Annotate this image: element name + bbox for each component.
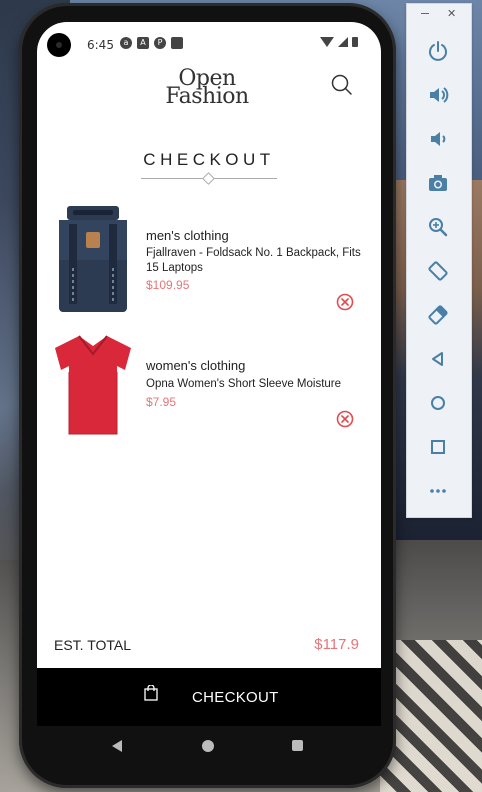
remove-item-icon[interactable] bbox=[336, 410, 354, 428]
remove-item-icon[interactable] bbox=[336, 293, 354, 311]
sd-card-icon bbox=[171, 37, 183, 49]
item-price: $7.95 bbox=[146, 395, 177, 409]
overview-icon[interactable] bbox=[425, 434, 451, 460]
total-value: $117.9 bbox=[314, 636, 359, 653]
page-title: CHECKOUT bbox=[143, 150, 275, 169]
app-logo: Open Fashion bbox=[157, 68, 257, 109]
android-nav-bar bbox=[37, 726, 381, 766]
notification-icon: a bbox=[120, 37, 132, 49]
back-icon[interactable] bbox=[425, 346, 451, 372]
app-screen: 6:45 a A P Open Fashion CHECKOUT men's c… bbox=[37, 22, 381, 668]
backpack-image[interactable] bbox=[53, 206, 133, 314]
volume-down-icon[interactable] bbox=[425, 126, 451, 152]
home-icon[interactable] bbox=[425, 390, 451, 416]
notification-icon: P bbox=[154, 37, 166, 49]
notification-icons: a A P bbox=[120, 37, 183, 49]
rotate-right-icon[interactable] bbox=[425, 302, 451, 328]
item-category: women's clothing bbox=[146, 358, 246, 373]
item-name: Opna Women's Short Sleeve Moisture bbox=[146, 378, 342, 390]
rotate-left-icon[interactable] bbox=[425, 258, 451, 284]
front-camera bbox=[47, 33, 71, 57]
back-icon[interactable] bbox=[112, 740, 122, 752]
item-name: Fjallraven - Foldsack No. 1 Backpack, Fi… bbox=[146, 247, 361, 274]
search-icon[interactable] bbox=[331, 74, 353, 96]
shopping-bag-icon bbox=[144, 685, 158, 701]
overview-icon[interactable] bbox=[292, 740, 303, 751]
signal-icon bbox=[338, 37, 348, 47]
diamond-ornament bbox=[202, 172, 215, 185]
item-category: men's clothing bbox=[146, 228, 229, 243]
checkout-button-label: CHECKOUT bbox=[192, 689, 279, 706]
logo-line2: Fashion bbox=[165, 84, 249, 109]
system-icons bbox=[320, 37, 358, 47]
status-time: 6:45 bbox=[87, 38, 114, 52]
close-icon[interactable]: ✕ bbox=[447, 7, 456, 20]
tshirt-image[interactable] bbox=[53, 332, 133, 438]
total-label: EST. TOTAL bbox=[54, 637, 132, 653]
status-bar: 6:45 a A P bbox=[37, 22, 381, 68]
minimize-icon[interactable] bbox=[421, 13, 429, 14]
checkout-button[interactable]: CHECKOUT bbox=[37, 668, 381, 726]
volume-up-icon[interactable] bbox=[425, 82, 451, 108]
emulator-toolbar: ✕ bbox=[406, 3, 472, 518]
battery-icon bbox=[352, 37, 358, 47]
item-price: $109.95 bbox=[146, 278, 190, 292]
zoom-icon[interactable] bbox=[425, 214, 451, 240]
more-icon[interactable] bbox=[425, 478, 451, 504]
title-divider bbox=[141, 172, 277, 185]
home-icon[interactable] bbox=[202, 740, 214, 752]
power-icon[interactable] bbox=[425, 38, 451, 64]
wifi-icon bbox=[320, 37, 334, 47]
notification-icon: A bbox=[137, 37, 149, 49]
camera-icon[interactable] bbox=[425, 170, 451, 196]
